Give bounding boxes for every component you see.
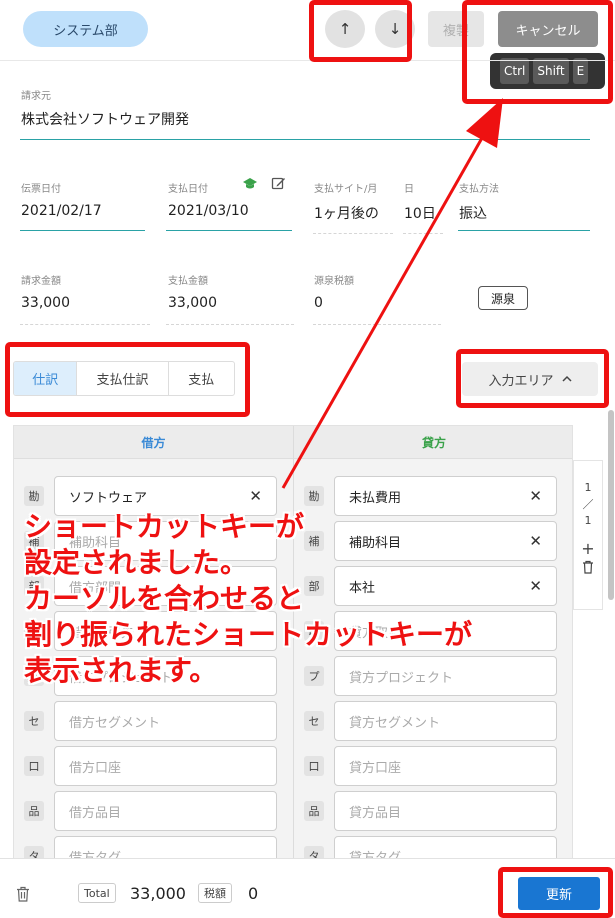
annotation-text: ショートカットキーが 設定されました。 カーソルを合わせると 割り振られたショー… xyxy=(24,510,473,687)
arrow-annotation xyxy=(281,98,503,489)
